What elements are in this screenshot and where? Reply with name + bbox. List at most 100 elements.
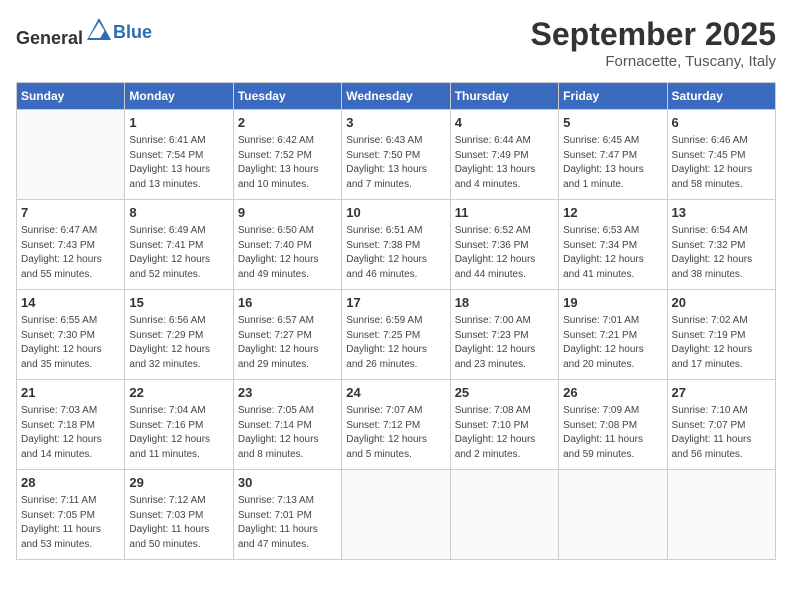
- day-number: 2: [238, 114, 337, 132]
- calendar-cell: 20Sunrise: 7:02 AM Sunset: 7:19 PM Dayli…: [667, 290, 775, 380]
- page-header: General Blue September 2025 Fornacette, …: [16, 16, 776, 70]
- day-info: Sunrise: 7:08 AM Sunset: 7:10 PM Dayligh…: [455, 404, 554, 462]
- day-number: 6: [672, 114, 771, 132]
- day-number: 11: [455, 204, 554, 222]
- weekday-header-thursday: Thursday: [450, 83, 558, 110]
- title-area: September 2025 Fornacette, Tuscany, Ital…: [531, 16, 776, 70]
- day-info: Sunrise: 6:41 AM Sunset: 7:54 PM Dayligh…: [129, 134, 228, 192]
- calendar-cell: [450, 470, 558, 560]
- day-number: 26: [563, 384, 662, 402]
- calendar-cell: 1 Sunrise: 6:41 AM Sunset: 7:54 PM Daylig…: [125, 110, 233, 200]
- calendar-week-5: 28 Sunrise: 7:11 AM Sunset: 7:05 PM Dayli…: [17, 470, 776, 560]
- calendar-cell: 8Sunrise: 6:49 AM Sunset: 7:41 PM Daylig…: [125, 200, 233, 290]
- calendar-cell: 26 Sunrise: 7:09 AM Sunset: 7:08 PM Dayli…: [559, 380, 667, 470]
- day-info: Sunrise: 6:52 AM Sunset: 7:36 PM Dayligh…: [455, 224, 554, 282]
- logo: General Blue: [16, 16, 152, 49]
- day-number: 20: [672, 294, 771, 312]
- day-number: 29: [129, 474, 228, 492]
- calendar-cell: 6Sunrise: 6:46 AM Sunset: 7:45 PM Daylig…: [667, 110, 775, 200]
- calendar-cell: [667, 470, 775, 560]
- day-info: Sunrise: 6:53 AM Sunset: 7:34 PM Dayligh…: [563, 224, 662, 282]
- day-info: Sunrise: 6:47 AM Sunset: 7:43 PM Dayligh…: [21, 224, 120, 282]
- calendar-cell: 13Sunrise: 6:54 AM Sunset: 7:32 PM Dayli…: [667, 200, 775, 290]
- day-number: 7: [21, 204, 120, 222]
- calendar-cell: 14 Sunrise: 6:55 AM Sunset: 7:30 PM Dayli…: [17, 290, 125, 380]
- day-info: Sunrise: 6:50 AM Sunset: 7:40 PM Dayligh…: [238, 224, 337, 282]
- day-number: 15: [129, 294, 228, 312]
- day-number: 14: [21, 294, 120, 312]
- day-number: 1: [129, 114, 228, 132]
- calendar-cell: 21 Sunrise: 7:03 AM Sunset: 7:18 PM Dayli…: [17, 380, 125, 470]
- day-info: Sunrise: 7:11 AM Sunset: 7:05 PM Dayligh…: [21, 494, 120, 552]
- day-number: 4: [455, 114, 554, 132]
- calendar-week-4: 21 Sunrise: 7:03 AM Sunset: 7:18 PM Dayli…: [17, 380, 776, 470]
- calendar-cell: 15 Sunrise: 6:56 AM Sunset: 7:29 PM Dayli…: [125, 290, 233, 380]
- day-number: 17: [346, 294, 445, 312]
- calendar-cell: 2 Sunrise: 6:42 AM Sunset: 7:52 PM Daylig…: [233, 110, 341, 200]
- logo-general: General: [16, 28, 83, 48]
- weekday-header-tuesday: Tuesday: [233, 83, 341, 110]
- day-number: 5: [563, 114, 662, 132]
- day-number: 21: [21, 384, 120, 402]
- day-info: Sunrise: 6:44 AM Sunset: 7:49 PM Dayligh…: [455, 134, 554, 192]
- calendar-cell: 16 Sunrise: 6:57 AM Sunset: 7:27 PM Dayli…: [233, 290, 341, 380]
- calendar-cell: 11 Sunrise: 6:52 AM Sunset: 7:36 PM Dayli…: [450, 200, 558, 290]
- day-number: 16: [238, 294, 337, 312]
- weekday-header-sunday: Sunday: [17, 83, 125, 110]
- weekday-header-monday: Monday: [125, 83, 233, 110]
- day-number: 9: [238, 204, 337, 222]
- calendar-cell: 4 Sunrise: 6:44 AM Sunset: 7:49 PM Daylig…: [450, 110, 558, 200]
- calendar-cell: 22Sunrise: 7:04 AM Sunset: 7:16 PM Dayli…: [125, 380, 233, 470]
- day-number: 3: [346, 114, 445, 132]
- calendar-cell: 19Sunrise: 7:01 AM Sunset: 7:21 PM Dayli…: [559, 290, 667, 380]
- day-info: Sunrise: 7:07 AM Sunset: 7:12 PM Dayligh…: [346, 404, 445, 462]
- calendar-week-2: 7 Sunrise: 6:47 AM Sunset: 7:43 PM Daylig…: [17, 200, 776, 290]
- calendar-cell: 24 Sunrise: 7:07 AM Sunset: 7:12 PM Dayli…: [342, 380, 450, 470]
- day-info: Sunrise: 7:12 AM Sunset: 7:03 PM Dayligh…: [129, 494, 228, 552]
- calendar-table: SundayMondayTuesdayWednesdayThursdayFrid…: [16, 82, 776, 560]
- day-info: Sunrise: 6:42 AM Sunset: 7:52 PM Dayligh…: [238, 134, 337, 192]
- day-info: Sunrise: 7:09 AM Sunset: 7:08 PM Dayligh…: [563, 404, 662, 462]
- day-number: 28: [21, 474, 120, 492]
- calendar-week-3: 14 Sunrise: 6:55 AM Sunset: 7:30 PM Dayli…: [17, 290, 776, 380]
- day-info: Sunrise: 6:45 AM Sunset: 7:47 PM Dayligh…: [563, 134, 662, 192]
- calendar-cell: 10 Sunrise: 6:51 AM Sunset: 7:38 PM Dayli…: [342, 200, 450, 290]
- day-number: 8: [129, 204, 228, 222]
- day-info: Sunrise: 6:51 AM Sunset: 7:38 PM Dayligh…: [346, 224, 445, 282]
- day-info: Sunrise: 7:13 AM Sunset: 7:01 PM Dayligh…: [238, 494, 337, 552]
- day-number: 12: [563, 204, 662, 222]
- calendar-cell: 18Sunrise: 7:00 AM Sunset: 7:23 PM Dayli…: [450, 290, 558, 380]
- calendar-cell: 30 Sunrise: 7:13 AM Sunset: 7:01 PM Dayli…: [233, 470, 341, 560]
- day-info: Sunrise: 6:55 AM Sunset: 7:30 PM Dayligh…: [21, 314, 120, 372]
- day-number: 24: [346, 384, 445, 402]
- calendar-cell: 3Sunrise: 6:43 AM Sunset: 7:50 PM Daylig…: [342, 110, 450, 200]
- weekday-header-wednesday: Wednesday: [342, 83, 450, 110]
- calendar-cell: [17, 110, 125, 200]
- day-number: 18: [455, 294, 554, 312]
- day-info: Sunrise: 6:57 AM Sunset: 7:27 PM Dayligh…: [238, 314, 337, 372]
- calendar-cell: 17 Sunrise: 6:59 AM Sunset: 7:25 PM Dayli…: [342, 290, 450, 380]
- day-number: 27: [672, 384, 771, 402]
- day-number: 30: [238, 474, 337, 492]
- calendar-cell: 5 Sunrise: 6:45 AM Sunset: 7:47 PM Daylig…: [559, 110, 667, 200]
- day-info: Sunrise: 6:56 AM Sunset: 7:29 PM Dayligh…: [129, 314, 228, 372]
- day-info: Sunrise: 6:54 AM Sunset: 7:32 PM Dayligh…: [672, 224, 771, 282]
- day-number: 19: [563, 294, 662, 312]
- day-info: Sunrise: 7:05 AM Sunset: 7:14 PM Dayligh…: [238, 404, 337, 462]
- calendar-cell: 9 Sunrise: 6:50 AM Sunset: 7:40 PM Daylig…: [233, 200, 341, 290]
- calendar-cell: [342, 470, 450, 560]
- day-number: 22: [129, 384, 228, 402]
- calendar-cell: 23Sunrise: 7:05 AM Sunset: 7:14 PM Dayli…: [233, 380, 341, 470]
- day-info: Sunrise: 7:03 AM Sunset: 7:18 PM Dayligh…: [21, 404, 120, 462]
- calendar-cell: 27Sunrise: 7:10 AM Sunset: 7:07 PM Dayli…: [667, 380, 775, 470]
- calendar-week-1: 1 Sunrise: 6:41 AM Sunset: 7:54 PM Daylig…: [17, 110, 776, 200]
- day-number: 25: [455, 384, 554, 402]
- day-number: 10: [346, 204, 445, 222]
- weekday-header-row: SundayMondayTuesdayWednesdayThursdayFrid…: [17, 83, 776, 110]
- day-info: Sunrise: 6:59 AM Sunset: 7:25 PM Dayligh…: [346, 314, 445, 372]
- location-subtitle: Fornacette, Tuscany, Italy: [531, 53, 776, 70]
- calendar-cell: 12 Sunrise: 6:53 AM Sunset: 7:34 PM Dayli…: [559, 200, 667, 290]
- logo-blue: Blue: [113, 22, 152, 43]
- calendar-cell: [559, 470, 667, 560]
- weekday-header-friday: Friday: [559, 83, 667, 110]
